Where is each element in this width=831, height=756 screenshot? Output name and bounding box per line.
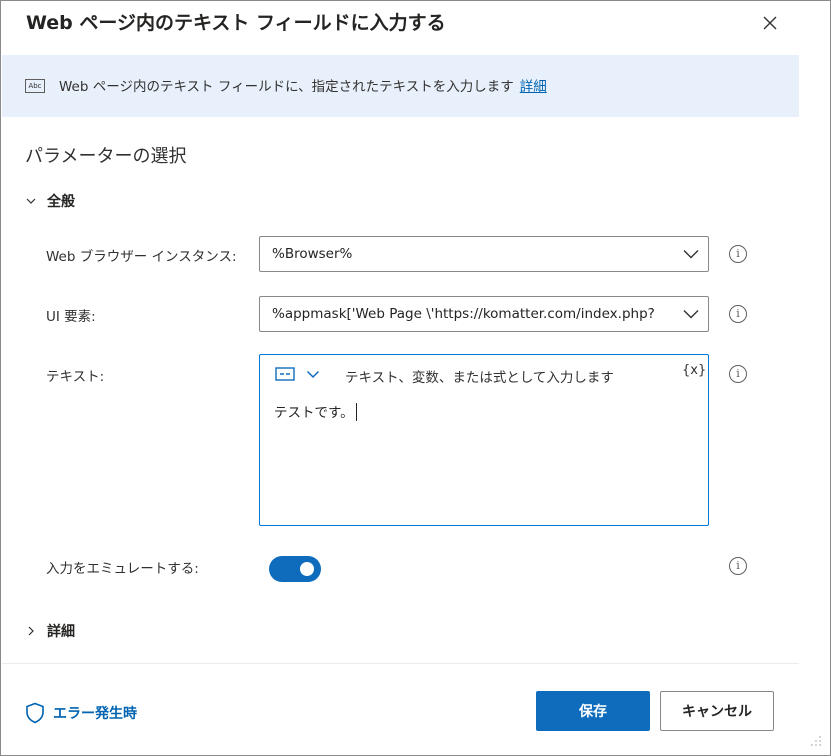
- info-description: Web ページ内のテキスト フィールドに、指定されたテキストを入力します: [59, 79, 514, 95]
- chevron-right-icon: [25, 624, 39, 638]
- save-button[interactable]: 保存: [536, 691, 650, 731]
- chevron-down-icon[interactable]: [306, 367, 320, 381]
- dialog-title: Web ページ内のテキスト フィールドに入力する: [26, 12, 446, 34]
- dialog: Web ページ内のテキスト フィールドに入力する Abc Web ページ内のテキ…: [0, 0, 831, 756]
- scrollbar-track[interactable]: [799, 1, 830, 661]
- browser-info-icon[interactable]: i: [729, 245, 747, 263]
- text-value-content: テストです。: [274, 405, 354, 421]
- footer-divider: [2, 663, 799, 664]
- browser-instance-value: %Browser%: [272, 246, 353, 262]
- emulate-info-icon[interactable]: i: [729, 557, 747, 575]
- chevron-down-icon: [25, 194, 39, 208]
- general-group-label: 全般: [47, 194, 75, 210]
- browser-instance-label: Web ブラウザー インスタンス:: [46, 249, 237, 265]
- info-text: Web ページ内のテキスト フィールドに、指定されたテキストを入力します 詳細: [59, 75, 547, 95]
- ui-element-label: UI 要素:: [46, 309, 96, 325]
- browser-instance-dropdown[interactable]: %Browser%: [259, 236, 709, 272]
- on-error-label: エラー発生時: [53, 706, 137, 722]
- abc-text-icon: Abc: [25, 79, 45, 93]
- close-icon: [763, 16, 777, 30]
- chevron-down-icon: [674, 309, 708, 319]
- emulate-input-toggle[interactable]: [269, 556, 321, 582]
- advanced-group-label: 詳細: [47, 624, 75, 640]
- section-title: パラメーターの選択: [25, 146, 187, 167]
- text-placeholder: テキスト、変数、または式として入力します: [345, 370, 614, 386]
- ui-element-info-icon[interactable]: i: [729, 305, 747, 323]
- resize-grip-icon[interactable]: [810, 735, 822, 747]
- general-group-toggle[interactable]: 全般: [25, 191, 75, 211]
- text-mode-icon[interactable]: [275, 367, 295, 381]
- chevron-down-icon: [674, 249, 708, 259]
- text-input-area[interactable]: テキスト、変数、または式として入力します {x} テストです。: [259, 354, 709, 526]
- text-value[interactable]: テストです。: [274, 401, 357, 421]
- ui-element-dropdown[interactable]: %appmask['Web Page \'https://komatter.co…: [259, 296, 709, 332]
- text-info-icon[interactable]: i: [729, 365, 747, 383]
- emulate-input-label: 入力をエミュレートする:: [46, 561, 199, 577]
- text-label: テキスト:: [46, 369, 105, 385]
- shield-icon: [26, 702, 44, 724]
- on-error-button[interactable]: エラー発生時: [25, 702, 137, 724]
- close-button[interactable]: [756, 9, 784, 37]
- ui-element-value: %appmask['Web Page \'https://komatter.co…: [272, 306, 655, 322]
- text-caret: [355, 403, 357, 421]
- insert-variable-button[interactable]: {x}: [682, 363, 706, 378]
- learn-more-link[interactable]: 詳細: [520, 79, 547, 95]
- cancel-button[interactable]: キャンセル: [660, 691, 774, 731]
- advanced-group-toggle[interactable]: 詳細: [25, 621, 75, 641]
- toggle-knob: [300, 562, 314, 576]
